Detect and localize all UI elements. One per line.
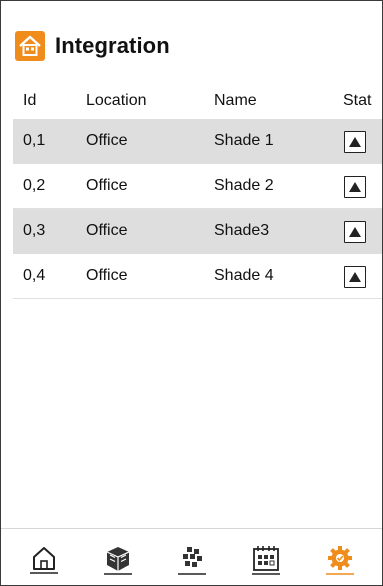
nav-scenes[interactable] — [172, 539, 212, 579]
up-arrow-icon — [349, 137, 361, 147]
table-header: Id Location Name Stat — [13, 83, 382, 119]
home-icon — [30, 547, 58, 574]
row-location: Office — [86, 222, 128, 239]
row-id: 0,4 — [23, 267, 46, 284]
row-name: Shade 4 — [214, 267, 274, 284]
row-id: 0,3 — [23, 222, 46, 239]
nav-home[interactable] — [24, 539, 64, 579]
column-header-stat: Stat — [343, 92, 372, 109]
row-name: Shade3 — [214, 222, 270, 239]
shade-up-button[interactable] — [344, 266, 366, 288]
nav-settings[interactable] — [320, 539, 360, 579]
device-cluster-icon — [178, 547, 206, 575]
shade-up-button[interactable] — [344, 176, 366, 198]
up-arrow-icon — [349, 227, 361, 237]
row-id: 0,1 — [23, 132, 46, 149]
up-arrow-icon — [349, 182, 361, 192]
nav-devices[interactable] — [98, 539, 138, 579]
column-header-location: Location — [86, 92, 147, 109]
shade-up-button[interactable] — [344, 221, 366, 243]
gear-icon — [326, 546, 354, 575]
row-name: Shade 2 — [214, 177, 274, 194]
column-header-id: Id — [23, 92, 37, 109]
shade-up-button[interactable] — [344, 131, 366, 153]
header: Integration — [15, 31, 170, 61]
column-header-name: Name — [214, 92, 257, 109]
row-location: Office — [86, 132, 128, 149]
table-row[interactable]: 0,1 Office Shade 1 — [13, 119, 382, 164]
row-location: Office — [86, 177, 128, 194]
row-id: 0,2 — [23, 177, 46, 194]
page-title: Integration — [55, 33, 170, 58]
cube-box-icon — [104, 547, 132, 575]
nav-schedule[interactable] — [246, 539, 286, 579]
row-name: Shade 1 — [214, 132, 274, 149]
table-row[interactable]: 0,3 Office Shade3 — [13, 209, 382, 254]
table-row[interactable]: 0,2 Office Shade 2 — [13, 164, 382, 209]
orange-house-icon — [15, 31, 45, 61]
integration-table: Id Location Name Stat 0,1 Office Shade 1… — [13, 83, 382, 299]
table-row[interactable]: 0,4 Office Shade 4 — [13, 254, 382, 299]
calendar-icon — [252, 546, 280, 575]
row-location: Office — [86, 267, 128, 284]
up-arrow-icon — [349, 272, 361, 282]
app-frame: Integration Id Location Name Stat 0,1 Of… — [0, 0, 383, 586]
bottom-nav — [1, 528, 382, 585]
